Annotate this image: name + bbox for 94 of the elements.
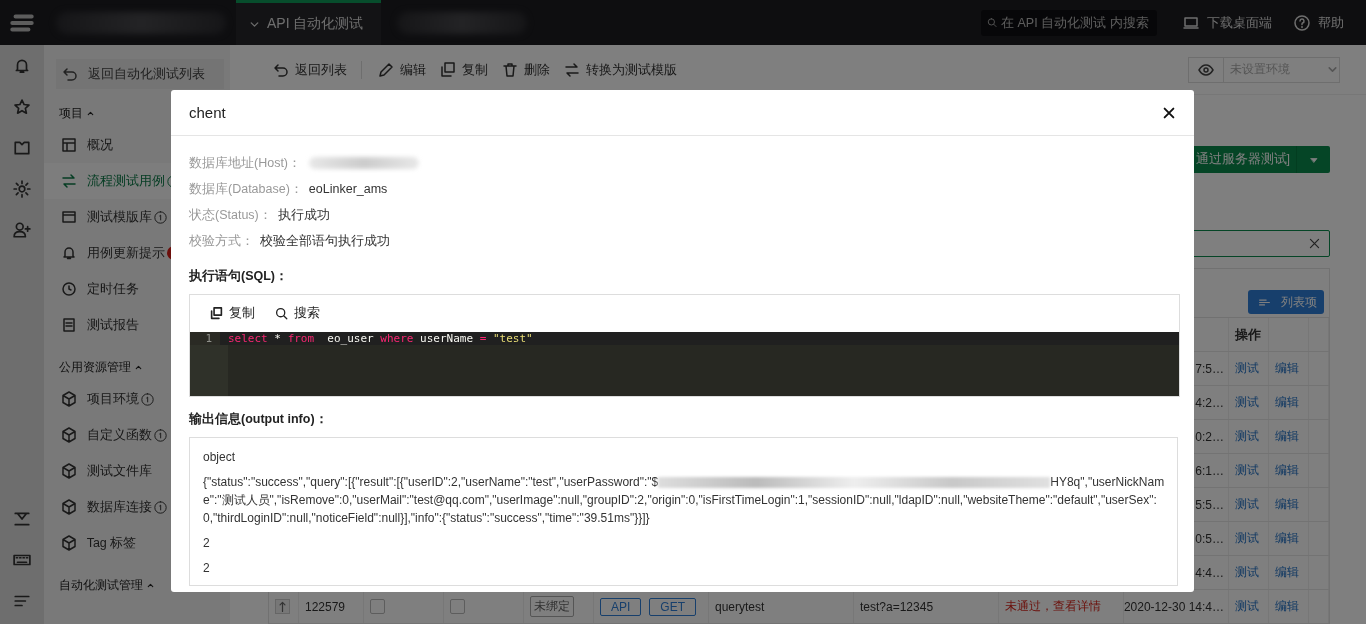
grid-icon: [60, 137, 77, 153]
search-icon: [275, 307, 288, 320]
action-link[interactable]: 测试: [1235, 598, 1259, 615]
type-tag: API: [600, 597, 642, 616]
folder-icon[interactable]: [12, 139, 31, 157]
copy-icon: [210, 307, 223, 320]
bell-icon: [60, 245, 77, 261]
output-text: 2: [203, 535, 211, 552]
toolbar-button[interactable]: 复制: [440, 60, 488, 79]
action-link[interactable]: 测试: [1235, 360, 1259, 377]
swap-icon: [60, 173, 77, 189]
cube-icon: [60, 535, 77, 551]
code-line: select * from eo_user where userName = "test": [227, 332, 533, 345]
status-tag: 未绑定: [530, 596, 574, 617]
action-link[interactable]: 测试: [1235, 394, 1259, 411]
action-link[interactable]: 编辑: [1275, 564, 1299, 581]
trash-icon: [502, 61, 518, 78]
table-cell: 5:5…: [1195, 497, 1224, 512]
field-value: eoLinker_ams: [308, 182, 388, 196]
table-cell: 7:5…: [1195, 361, 1224, 376]
eye-icon: [1198, 61, 1214, 78]
action-link[interactable]: 编辑: [1275, 496, 1299, 513]
table-cell: 4:2…: [1195, 395, 1224, 410]
add-user-icon[interactable]: [12, 221, 31, 239]
field-label: 状态(Status)：: [189, 206, 272, 224]
action-link[interactable]: 编辑: [1275, 360, 1299, 377]
table-cell: 2020-12-30 14:4…: [1124, 599, 1224, 614]
table-cell: test?a=12345: [860, 599, 934, 614]
action-link[interactable]: 测试: [1235, 496, 1259, 513]
result-link[interactable]: 未通过，查看详情: [1005, 598, 1101, 615]
copy-icon: [440, 61, 456, 78]
star-icon[interactable]: [12, 98, 31, 116]
cube-icon: [60, 391, 77, 407]
cube-icon: [60, 499, 77, 515]
cube-icon: [60, 463, 77, 479]
tray-icon[interactable]: [12, 510, 31, 528]
window-icon: [60, 209, 77, 225]
dialog-title: chent: [189, 104, 226, 121]
editor-gutter: [190, 345, 228, 396]
checkbox[interactable]: [370, 599, 385, 614]
header-link[interactable]: 下载桌面端: [1183, 13, 1272, 32]
columns-button[interactable]: 列表项: [1248, 290, 1324, 314]
edit-icon: [378, 61, 394, 78]
action-link[interactable]: 编辑: [1275, 394, 1299, 411]
drag-handle-icon[interactable]: [275, 599, 290, 614]
back-button[interactable]: 返回自动化测试列表: [55, 59, 224, 89]
toolbar-button[interactable]: 转换为测试模版: [564, 60, 677, 79]
editor-button[interactable]: 复制: [210, 305, 255, 322]
action-link[interactable]: 编辑: [1275, 428, 1299, 445]
method-tag: GET: [649, 597, 696, 616]
output-text: object: [203, 449, 237, 466]
field-value: 执行成功: [277, 206, 330, 224]
line-number: 1: [190, 332, 220, 345]
action-link[interactable]: 测试: [1235, 530, 1259, 547]
action-link[interactable]: 测试: [1235, 462, 1259, 479]
search-icon: [987, 16, 997, 29]
table-cell: 122579: [305, 599, 346, 614]
toolbar-button[interactable]: 返回列表: [273, 60, 347, 79]
clear-icon: [1308, 237, 1321, 250]
close-icon[interactable]: [1162, 105, 1176, 120]
table-cell: 4:4…: [1195, 565, 1224, 580]
action-link[interactable]: 编辑: [1275, 462, 1299, 479]
report-icon: [60, 317, 77, 333]
back-icon: [273, 61, 289, 78]
action-link[interactable]: 编辑: [1275, 598, 1299, 615]
dropdown-button[interactable]: [1296, 146, 1330, 173]
cube-icon: [60, 427, 77, 443]
action-link[interactable]: 测试: [1235, 428, 1259, 445]
toolbar-button[interactable]: 编辑: [378, 60, 426, 79]
toolbar-button[interactable]: 删除: [502, 60, 550, 79]
table-cell: 0:2…: [1195, 429, 1224, 444]
help-icon: [1294, 14, 1310, 31]
section-label: 输出信息(output info)：: [189, 411, 329, 428]
action-link[interactable]: 编辑: [1275, 530, 1299, 547]
table-cell: 6:1…: [1195, 463, 1224, 478]
table-cell: querytest: [715, 599, 765, 614]
action-link[interactable]: 测试: [1235, 564, 1259, 581]
clock-icon: [60, 281, 77, 297]
swap-icon: [564, 61, 580, 78]
column-header: 操作: [1235, 325, 1261, 344]
field-value: 校验全部语句执行成功: [260, 232, 390, 250]
code-editor[interactable]: 复制 搜索 1 select * from eo_user where userName = "test": [189, 294, 1180, 397]
field-label: 校验方式：: [189, 232, 254, 250]
module-tab[interactable]: API 自动化测试: [236, 0, 382, 45]
output-text: {"status":"success","query":[{"result":[{"userID":2,"userName":"test","userPassword":"$ HY8q","userNickName":"测试人员","isRemove":0,"userMail":"test@qq.com","userImage":null,"groupID":2,"origin":0,"isFirstTimeLogin":1,"sessionID":null,"ldapID":null,"websiteTheme":"default","userSex":0,"thirdLoginID":null,"noticeField":null}],"info":{"status":"success","time":"39.51ms"}}]}: [203, 474, 1166, 527]
settings-icon[interactable]: [12, 180, 31, 198]
editor-button[interactable]: 搜索: [275, 305, 320, 322]
back-icon: [61, 66, 78, 82]
header-link[interactable]: 帮助: [1294, 13, 1344, 32]
search-field[interactable]: 在 API 自动化测试 内搜索: [981, 9, 1157, 36]
monitor-icon: [1183, 14, 1199, 31]
table-cell: 0:5…: [1195, 531, 1224, 546]
checkbox[interactable]: [450, 599, 465, 614]
section-label: 执行语句(SQL)：: [189, 268, 290, 285]
